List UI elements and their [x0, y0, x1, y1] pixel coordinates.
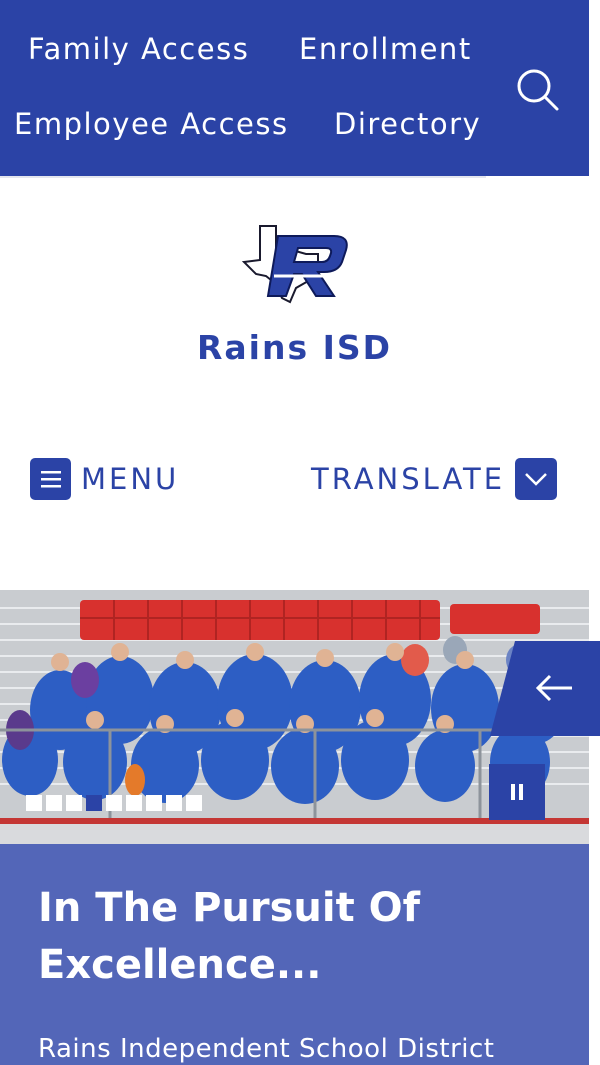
caption-text: Rains Independent School District — [38, 1034, 495, 1064]
search-button[interactable] — [512, 66, 562, 116]
family-access-link[interactable]: Family Access — [28, 32, 249, 66]
arrow-left-icon — [490, 641, 600, 736]
slide-dot-5[interactable] — [106, 795, 122, 811]
slide-dot-1[interactable] — [26, 795, 42, 811]
slideshow-pause-button[interactable] — [489, 764, 545, 820]
topbar-divider — [0, 176, 486, 178]
slide-dot-8[interactable] — [166, 795, 182, 811]
site-name[interactable]: Rains ISD — [0, 328, 589, 367]
enrollment-link[interactable]: Enrollment — [299, 32, 472, 66]
slide-dot-4[interactable] — [86, 795, 102, 811]
slideshow-dots — [26, 795, 202, 811]
pause-icon — [511, 784, 523, 800]
search-icon — [517, 69, 559, 111]
hamburger-icon — [30, 458, 71, 500]
directory-link[interactable]: Directory — [334, 107, 481, 141]
caption-title: In The Pursuit Of Excellence... — [38, 885, 421, 988]
slideshow-prev-button[interactable] — [490, 641, 600, 736]
slide-dot-2[interactable] — [46, 795, 62, 811]
translate-button[interactable]: TRANSLATE — [311, 458, 558, 500]
slide-dot-3[interactable] — [66, 795, 82, 811]
utility-bar: Family Access Enrollment Employee Access… — [0, 0, 589, 176]
slide-dot-7[interactable] — [146, 795, 162, 811]
chevron-down-icon — [515, 458, 558, 500]
menu-label: MENU — [81, 462, 180, 496]
menu-button[interactable]: MENU — [30, 458, 179, 500]
district-logo[interactable] — [238, 218, 352, 310]
employee-access-link[interactable]: Employee Access — [14, 107, 289, 141]
rains-r-texas-logo-icon — [241, 225, 350, 304]
slide-dot-6[interactable] — [126, 795, 142, 811]
slide-dot-9[interactable] — [186, 795, 202, 811]
translate-label: TRANSLATE — [311, 462, 506, 496]
